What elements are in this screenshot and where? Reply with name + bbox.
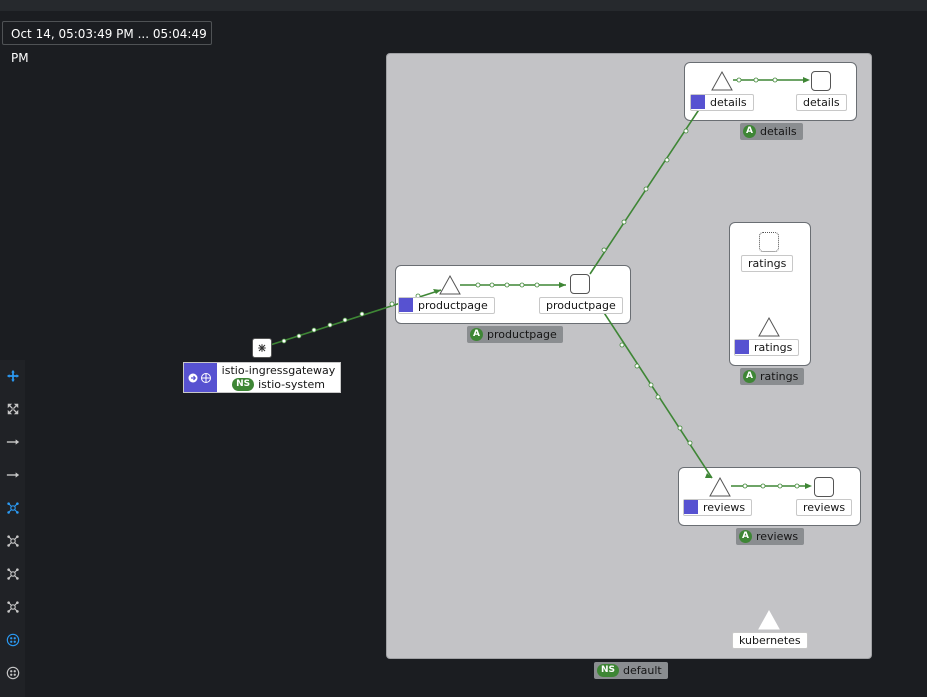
service-node-details[interactable] — [811, 71, 831, 91]
gateway-icon — [258, 344, 266, 352]
gateway-label[interactable]: istio-ingressgateway NS istio-system — [183, 362, 341, 393]
namespace-label-default[interactable]: NS default — [594, 662, 668, 679]
workload-node-details — [711, 70, 733, 91]
gateway-type-icons — [184, 363, 217, 392]
service-node-productpage[interactable] — [570, 274, 590, 294]
workload-label-ratings[interactable]: ratings — [734, 339, 800, 356]
version-icon — [684, 500, 698, 514]
service-label-reviews[interactable]: reviews — [796, 499, 853, 516]
app-label-details[interactable]: Adetails — [740, 123, 803, 140]
workload-label-kubernetes[interactable]: kubernetes — [732, 632, 808, 649]
app-label-reviews[interactable]: Areviews — [736, 528, 805, 545]
workload-label-productpage[interactable]: productpage — [398, 297, 495, 314]
workload-node-kubernetes — [758, 609, 780, 630]
service-node-ratings[interactable] — [759, 232, 779, 252]
version-icon — [735, 340, 749, 354]
edge-productpage-to-details — [589, 98, 707, 275]
gateway-namespace-name: istio-system — [258, 378, 325, 391]
service-label-ratings[interactable]: ratings — [741, 255, 794, 272]
version-icon — [691, 95, 705, 109]
app-label-productpage[interactable]: Aproductpage — [467, 326, 563, 343]
gateway-globe-icon — [201, 373, 211, 383]
gateway-workload-name: istio-ingressgateway — [221, 364, 336, 377]
app-label-ratings[interactable]: Aratings — [740, 368, 805, 385]
gateway-node[interactable] — [252, 338, 272, 358]
service-label-details[interactable]: details — [796, 94, 847, 111]
workload-node-reviews — [709, 476, 731, 497]
edge-productpage-to-reviews — [598, 304, 713, 479]
workload-label-details[interactable]: details — [690, 94, 754, 111]
workload-label-reviews[interactable]: reviews — [683, 499, 753, 516]
workload-node-productpage — [439, 274, 461, 295]
service-node-reviews[interactable] — [814, 477, 834, 497]
workload-node-ratings — [758, 316, 780, 337]
version-icon — [399, 298, 413, 312]
gateway-namespace-badge: NS — [232, 377, 255, 391]
service-label-productpage[interactable]: productpage — [539, 297, 623, 314]
